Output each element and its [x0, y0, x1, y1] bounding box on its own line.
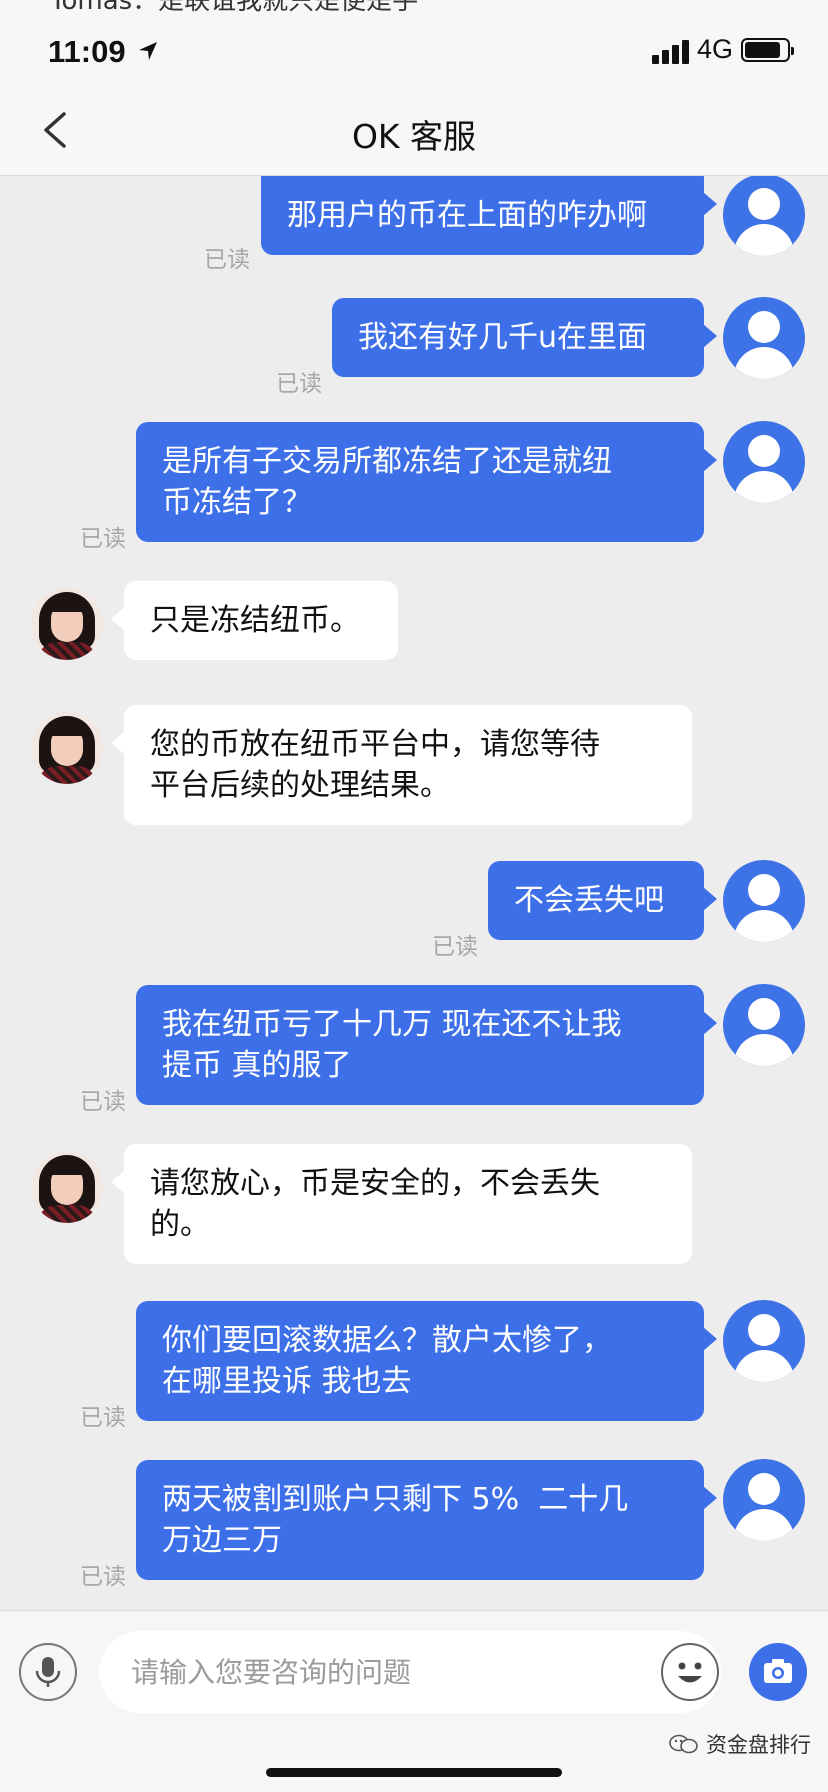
read-receipt: 已读 — [80, 526, 126, 552]
input-bar: 资金盘排行 — [0, 1610, 828, 1792]
location-arrow-icon — [139, 42, 157, 60]
chat-list[interactable]: 那用户的币在上面的咋办啊 已读 我还有好几千u在里面 已读 是所有子交易所都冻结… — [0, 176, 828, 1610]
home-indicator[interactable] — [266, 1768, 562, 1777]
nav-bar: OK 客服 — [0, 84, 828, 176]
user-avatar — [723, 984, 805, 1066]
status-time: 11:09 — [48, 34, 126, 69]
message-bubble-incoming[interactable]: 只是冻结纽币。 — [111, 581, 398, 660]
camera-icon — [764, 1659, 792, 1683]
user-avatar — [723, 176, 805, 256]
message-bubble-outgoing[interactable]: 我在纽币亏了十几万 现在还不让我 提币 真的服了 — [136, 985, 717, 1105]
user-avatar — [723, 297, 805, 379]
message-bubble-outgoing[interactable]: 那用户的币在上面的咋办啊 — [261, 176, 717, 255]
smiley-icon — [678, 1662, 702, 1683]
message-bubble-outgoing[interactable]: 两天被割到账户只剩下 5% 二十几 万边三万 — [136, 1460, 717, 1580]
wechat-logo-icon — [669, 1734, 698, 1754]
network-type: 4G — [697, 34, 734, 64]
message-bubble-outgoing[interactable]: 不会丢失吧 — [488, 861, 717, 940]
watermark-text: 资金盘排行 — [706, 1733, 811, 1757]
read-receipt: 已读 — [432, 934, 478, 960]
signal-icon — [652, 38, 692, 64]
top-banner-text: Tomas：是联谊我就只是便是手 — [50, 0, 418, 14]
message-bubble-outgoing[interactable]: 你们要回滚数据么？散户太惨了， 在哪里投诉 我也去 — [136, 1301, 717, 1421]
message-bubble-incoming[interactable]: 请您放心，币是安全的，不会丢失 的。 — [111, 1144, 692, 1264]
camera-button[interactable] — [749, 1643, 807, 1701]
message-bubble-incoming[interactable]: 您的币放在纽币平台中，请您等待 平台后续的处理结果。 — [111, 705, 692, 825]
user-avatar — [723, 421, 805, 503]
read-receipt: 已读 — [80, 1564, 126, 1590]
agent-avatar — [31, 1151, 103, 1223]
read-receipt: 已读 — [80, 1405, 126, 1431]
message-input[interactable] — [99, 1631, 721, 1713]
message-bubble-outgoing[interactable]: 我还有好几千u在里面 — [332, 298, 717, 377]
agent-avatar — [31, 712, 103, 784]
status-bar: 11:09 4G — [0, 14, 828, 84]
battery-icon — [741, 38, 794, 62]
agent-avatar — [31, 588, 103, 660]
top-banner: Tomas：是联谊我就只是便是手 — [0, 0, 828, 14]
page-title: OK 客服 — [351, 117, 477, 156]
read-receipt: 已读 — [204, 247, 250, 273]
read-receipt: 已读 — [80, 1089, 126, 1115]
message-bubble-outgoing[interactable]: 是所有子交易所都冻结了还是就纽 币冻结了？ — [136, 422, 717, 542]
microphone-icon — [35, 1657, 61, 1687]
user-avatar — [723, 1459, 805, 1541]
watermark: 资金盘排行 — [668, 1729, 811, 1759]
read-receipt: 已读 — [276, 371, 322, 397]
emoji-button[interactable] — [661, 1643, 719, 1701]
user-avatar — [723, 1300, 805, 1382]
user-avatar — [723, 860, 805, 942]
voice-input-button[interactable] — [19, 1643, 77, 1701]
